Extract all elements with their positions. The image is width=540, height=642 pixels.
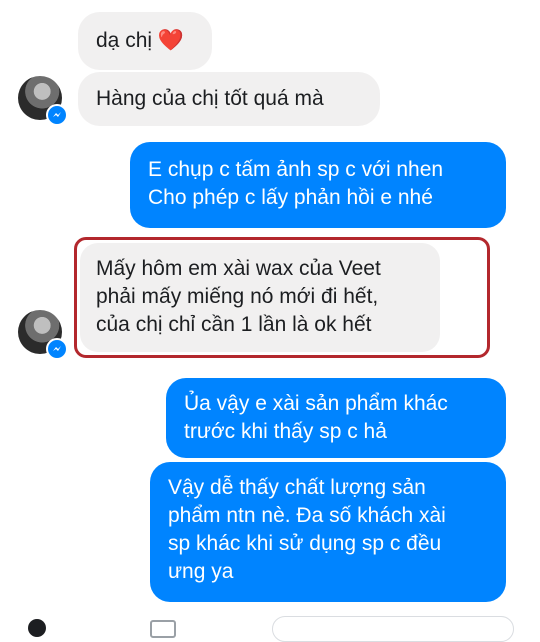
- messenger-icon: [46, 104, 68, 126]
- message-input[interactable]: [272, 616, 514, 642]
- message-line: phẩm ntn nè. Đa số khách xài: [168, 504, 446, 527]
- message-line: sp khác khi sử dụng sp c đều: [168, 532, 442, 555]
- camera-icon[interactable]: [28, 619, 46, 637]
- message-line: trước khi thấy sp c hả: [184, 420, 387, 443]
- message-line: E chụp c tấm ảnh sp c với nhen: [148, 158, 444, 181]
- messenger-icon: [46, 338, 68, 360]
- message-line: phải mấy miếng nó mới đi hết,: [96, 285, 379, 308]
- message-thread: dạ chị ❤️ Hàng của chị tốt quá mà E chụp…: [0, 0, 540, 626]
- message-composer: [0, 606, 540, 642]
- message-line: Mấy hôm em xài wax của Veet: [96, 257, 381, 280]
- outgoing-message: Ủa vậy e xài sản phẩm khác trước khi thấ…: [166, 378, 506, 458]
- incoming-message: Hàng của chị tốt quá mà: [78, 72, 380, 126]
- message-line: Cho phép c lấy phản hồi e nhé: [148, 186, 433, 209]
- message-line: của chị chỉ cần 1 lần là ok hết: [96, 313, 372, 336]
- outgoing-message: Vậy dễ thấy chất lượng sản phẩm ntn nè. …: [150, 462, 506, 602]
- contact-avatar[interactable]: [18, 310, 68, 360]
- image-icon[interactable]: [150, 620, 176, 638]
- message-line: ưng ya: [168, 560, 234, 583]
- message-line: Hàng của chị tốt quá mà: [96, 87, 324, 110]
- incoming-message: Mấy hôm em xài wax của Veet phải mấy miế…: [80, 243, 440, 352]
- contact-avatar[interactable]: [18, 76, 68, 126]
- message-line: Ủa vậy e xài sản phẩm khác: [184, 392, 448, 415]
- message-line: Vậy dễ thấy chất lượng sản: [168, 476, 426, 499]
- message-line: dạ chị ❤️: [96, 29, 185, 52]
- outgoing-message: E chụp c tấm ảnh sp c với nhen Cho phép …: [130, 142, 506, 228]
- incoming-message: dạ chị ❤️: [78, 12, 212, 70]
